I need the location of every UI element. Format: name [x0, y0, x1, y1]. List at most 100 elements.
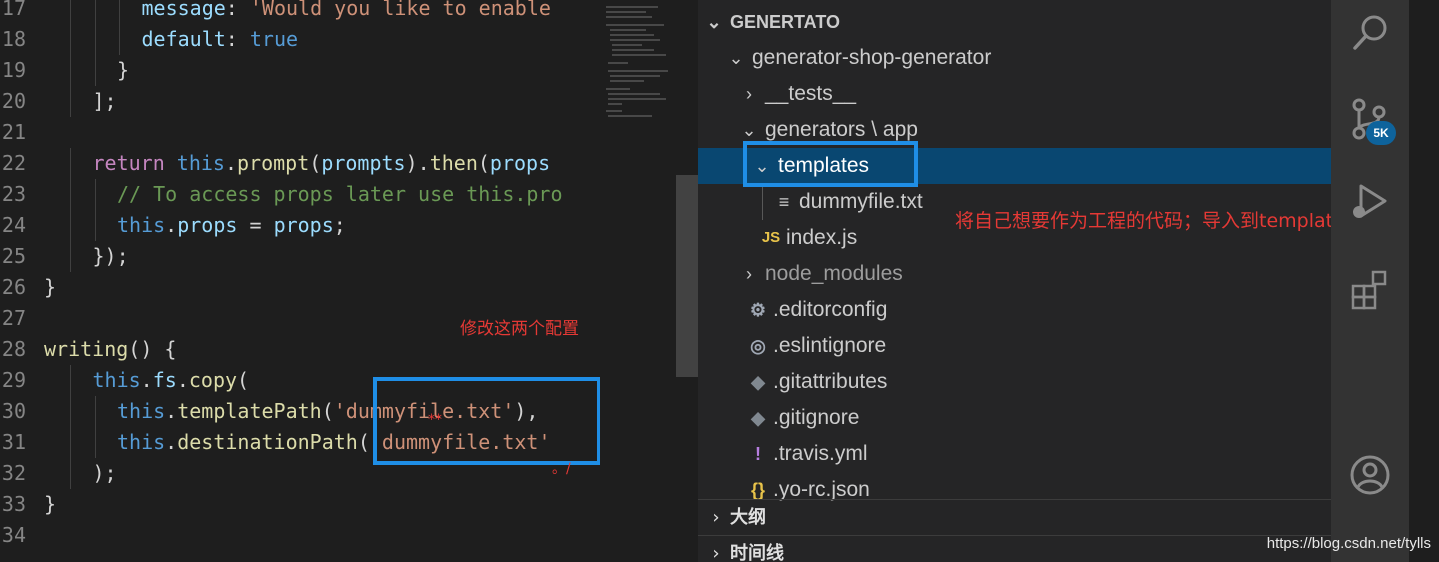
code-token: ]; — [92, 89, 117, 113]
minimap-line — [606, 88, 630, 90]
code-line[interactable]: 18 default: true — [0, 24, 600, 55]
code-text: // To access props later use this.pro — [117, 179, 563, 210]
code-text: message: 'Would you like to enable — [142, 0, 551, 24]
code-line[interactable]: 19} — [0, 55, 600, 86]
tree-item[interactable]: ⌄ generator-shop-generator — [698, 40, 1331, 76]
indent-guide — [70, 55, 71, 86]
line-number: 23 — [1, 182, 26, 206]
code-token: ( — [321, 399, 334, 423]
watermark-text: https://blog.csdn.net/tylls — [1266, 535, 1431, 552]
minimap-line — [606, 16, 652, 18]
line-number: 24 — [1, 213, 26, 237]
code-text: default: true — [142, 24, 299, 55]
line-number: 25 — [1, 244, 26, 268]
indent-guide — [70, 365, 71, 396]
indent-guide — [94, 0, 96, 24]
code-token: // To access props later use this.pro — [117, 182, 563, 206]
code-token: } — [44, 275, 57, 299]
extensions-icon[interactable] — [1347, 266, 1393, 312]
run-debug-icon[interactable] — [1347, 178, 1393, 224]
search-icon[interactable] — [1347, 10, 1393, 56]
code-token: ). — [405, 151, 430, 175]
code-token: writing — [44, 337, 129, 361]
minimap[interactable] — [600, 0, 672, 562]
code-token: this — [117, 399, 166, 423]
chevron-right-icon: › — [712, 543, 720, 562]
code-annotation: 修改这两个配置 — [460, 319, 579, 339]
code-token: this — [117, 430, 166, 454]
chevron-right-icon: › — [746, 264, 752, 284]
tree-item[interactable]: ◆ .gitattributes — [698, 364, 1331, 400]
line-number: 27 — [1, 306, 26, 330]
code-token: this — [117, 213, 166, 237]
indent-guide — [70, 0, 71, 24]
code-token: return — [92, 151, 177, 175]
exclamation-icon: ! — [755, 444, 761, 464]
code-token: ( — [237, 368, 250, 392]
indent-guide — [70, 24, 71, 55]
minimap-line — [610, 39, 660, 41]
window-edge — [1409, 0, 1439, 562]
section-timeline[interactable]: › 时间线 — [698, 535, 1331, 562]
code-line[interactable]: 24 this.props = props; — [0, 210, 600, 241]
code-line[interactable]: 26} — [0, 272, 600, 303]
explorer-root-label: GENERTATO — [730, 12, 841, 32]
minimap-line — [606, 110, 622, 112]
line-number: 22 — [1, 151, 26, 175]
code-token: default — [141, 27, 226, 51]
code-line[interactable]: 23 // To access props later use this.pro — [0, 179, 600, 210]
tree-item[interactable]: › node_modules — [698, 256, 1331, 292]
code-line[interactable]: 33} — [0, 489, 600, 520]
templates-highlight-box — [743, 141, 918, 187]
code-token: . — [165, 430, 178, 454]
line-number: 26 — [1, 275, 26, 299]
code-line[interactable]: 21 — [0, 117, 600, 148]
minimap-line — [608, 62, 628, 64]
indent-guide — [119, 24, 120, 55]
tree-item-label: .gitattributes — [773, 370, 888, 393]
code-token: . — [176, 368, 189, 392]
line-number: 18 — [1, 27, 26, 51]
section-outline[interactable]: › 大纲 — [698, 499, 1331, 536]
tree-item[interactable]: ◆ .gitignore — [698, 400, 1331, 436]
code-token: props — [273, 213, 334, 237]
code-line[interactable]: 34 — [0, 520, 600, 551]
code-line[interactable]: 25}); — [0, 241, 600, 272]
code-text: ]; — [93, 86, 117, 117]
code-line[interactable]: 22 return this.prompt(prompts).then(props — [0, 148, 600, 179]
section-outline-label: 大纲 — [730, 507, 766, 528]
tree-item[interactable]: ! .travis.yml — [698, 436, 1331, 472]
code-token: ); — [92, 461, 117, 485]
tree-item[interactable]: ◎ .eslintignore — [698, 328, 1331, 364]
editor-scrollbar-thumb[interactable] — [676, 175, 698, 377]
line-number: 19 — [1, 58, 26, 82]
git-icon: ◆ — [751, 408, 765, 428]
code-token: ( — [309, 151, 322, 175]
code-editor[interactable]: 17 message: 'Would you like to enable 18 de… — [0, 0, 600, 562]
tree-item-label: __tests__ — [765, 82, 857, 105]
line-number: 30 — [1, 399, 26, 423]
code-text: ); — [93, 458, 117, 489]
tree-item-label: .editorconfig — [773, 298, 888, 321]
explorer-root[interactable]: ⌄ GENERTATO — [698, 4, 1331, 40]
explorer-panel[interactable]: ⌄ GENERTATO ⌄ generator-shop-generator › __… — [698, 0, 1331, 562]
tree-item[interactable]: › __tests__ — [698, 76, 1331, 112]
code-line[interactable]: 17 message: 'Would you like to enable — [0, 0, 600, 24]
line-number: 21 — [1, 120, 26, 144]
indent-guide — [94, 55, 96, 86]
code-token: } — [44, 492, 57, 516]
code-token: props — [489, 151, 551, 175]
code-token: true — [249, 27, 299, 51]
tree-item-label: node_modules — [765, 262, 903, 285]
text-file-icon: ≡ — [778, 192, 790, 212]
tree-item-label: generator-shop-generator — [752, 46, 992, 69]
code-line[interactable]: 20]; — [0, 86, 600, 117]
code-token: this — [176, 151, 225, 175]
js-file-icon: JS — [761, 229, 781, 246]
tree-item[interactable]: ⚙ .editorconfig — [698, 292, 1331, 328]
indent-guide — [94, 210, 96, 241]
code-text: writing() { — [44, 334, 176, 365]
account-icon[interactable] — [1347, 452, 1393, 498]
line-number: 28 — [1, 337, 26, 361]
code-text: }); — [93, 241, 129, 272]
